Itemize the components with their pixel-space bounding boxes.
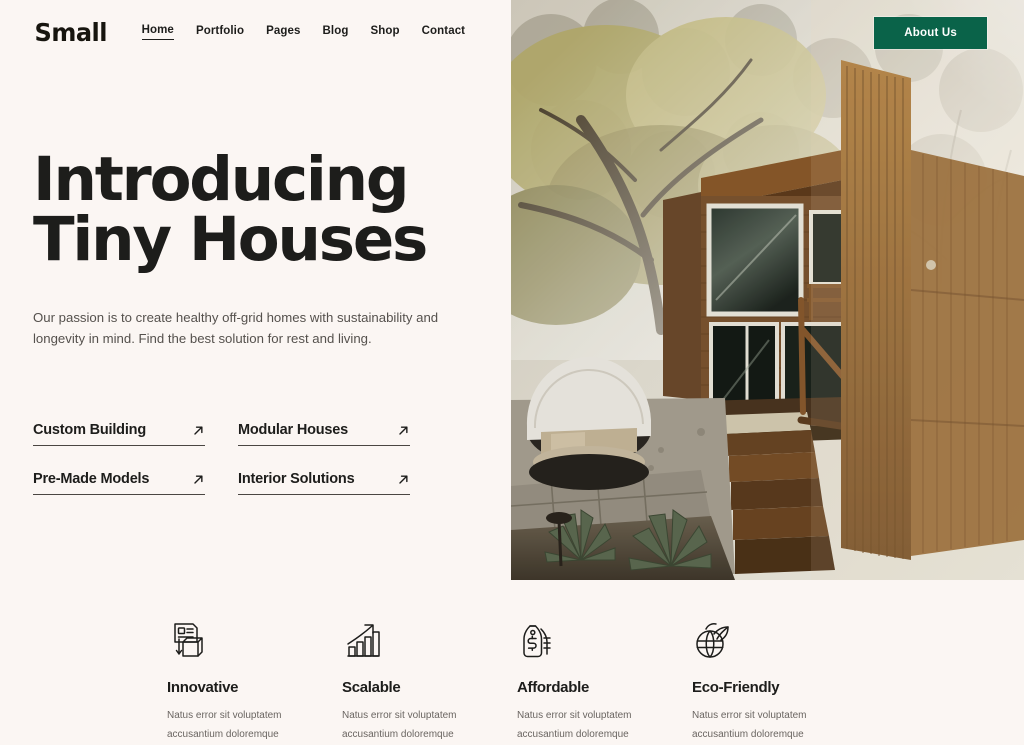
- feature-card-affordable: Affordable Natus error sit voluptatem ac…: [517, 618, 692, 745]
- feature-card-eco-friendly: Eco-Friendly Natus error sit voluptatem …: [692, 618, 867, 745]
- features-section: Innovative Natus error sit voluptatem ac…: [0, 618, 1024, 745]
- nav-item-pages[interactable]: Pages: [266, 25, 300, 40]
- arrow-up-right-icon: [192, 424, 205, 437]
- headline-line-2: Tiny Houses: [33, 203, 428, 275]
- feature-card-innovative: Innovative Natus error sit voluptatem ac…: [167, 618, 342, 745]
- nav-item-blog[interactable]: Blog: [323, 25, 349, 40]
- landing-page: Small Home Portfolio Pages Blog Shop Con…: [0, 0, 1024, 745]
- nav-item-home[interactable]: Home: [141, 24, 174, 40]
- feature-title: Affordable: [517, 679, 590, 696]
- feature-text: Natus error sit voluptatem accusantium d…: [342, 710, 457, 740]
- service-link-interior-solutions[interactable]: Interior Solutions: [238, 471, 410, 496]
- arrow-up-right-icon: [397, 424, 410, 437]
- service-link-custom-building[interactable]: Custom Building: [33, 422, 205, 447]
- arrow-up-right-icon: [192, 473, 205, 486]
- service-link-pre-made-models[interactable]: Pre-Made Models: [33, 471, 205, 496]
- about-us-button[interactable]: About Us: [874, 17, 987, 49]
- price-tag-dollar-icon: [517, 618, 682, 662]
- nav-item-portfolio[interactable]: Portfolio: [196, 25, 244, 40]
- feature-text: Natus error sit voluptatem accusantium d…: [167, 710, 282, 740]
- hero-image: [511, 0, 1024, 580]
- feature-text: Natus error sit voluptatem accusantium d…: [517, 710, 632, 740]
- feature-title: Eco-Friendly: [692, 679, 780, 696]
- service-link-label: Interior Solutions: [238, 471, 355, 488]
- hero-photo-illustration: [511, 0, 1024, 580]
- brand-logo[interactable]: Small: [35, 18, 108, 47]
- page-title: Introducing Tiny Houses: [33, 149, 503, 275]
- nav-links: Home Portfolio Pages Blog Shop Contact: [141, 24, 466, 40]
- service-link-label: Custom Building: [33, 422, 146, 439]
- service-link-grid: Custom Building Modular Houses Pre-Made …: [33, 397, 503, 496]
- feature-text: Natus error sit voluptatem accusantium d…: [692, 710, 807, 740]
- navbar: Small Home Portfolio Pages Blog Shop Con…: [0, 0, 511, 64]
- hero-content: Introducing Tiny Houses Our passion is t…: [33, 149, 503, 496]
- globe-leaf-icon: [692, 618, 857, 662]
- service-link-label: Modular Houses: [238, 422, 348, 439]
- service-link-label: Pre-Made Models: [33, 471, 150, 488]
- nav-item-shop[interactable]: Shop: [370, 25, 399, 40]
- arrow-up-right-icon: [397, 473, 410, 486]
- hero-subtext: Our passion is to create healthy off-gri…: [33, 309, 439, 346]
- feature-card-scalable: Scalable Natus error sit voluptatem accu…: [342, 618, 517, 745]
- nav-item-contact[interactable]: Contact: [422, 25, 466, 40]
- service-link-modular-houses[interactable]: Modular Houses: [238, 422, 410, 447]
- growth-chart-icon: [342, 618, 507, 662]
- document-pen-icon: [167, 618, 332, 662]
- feature-title: Innovative: [167, 679, 239, 696]
- feature-title: Scalable: [342, 679, 401, 696]
